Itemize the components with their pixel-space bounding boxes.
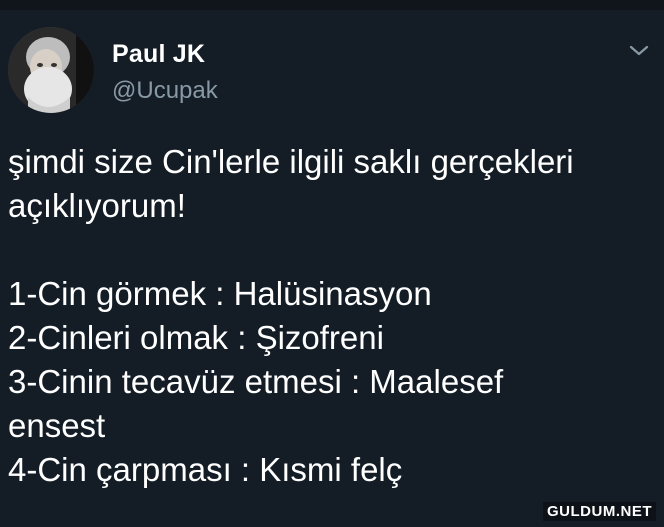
tweet-line: ensest bbox=[8, 407, 106, 444]
tweet-text: şimdi size Cin'lerle ilgili saklı gerçek… bbox=[8, 140, 658, 492]
tweet-line: 1-Cin görmek : Halüsinasyon bbox=[8, 275, 432, 312]
tweet-line: 3-Cinin tecavüz etmesi : Maalesef bbox=[8, 363, 504, 400]
avatar[interactable] bbox=[8, 27, 94, 113]
user-handle[interactable]: @Ucupak bbox=[112, 77, 218, 105]
watermark: GULDUM.NET bbox=[543, 502, 656, 521]
tweet-line: şimdi size Cin'lerle ilgili saklı gerçek… bbox=[8, 143, 574, 180]
display-name[interactable]: Paul JK bbox=[112, 40, 205, 69]
chevron-down-icon[interactable] bbox=[628, 42, 650, 60]
tweet-line: açıklıyorum! bbox=[8, 187, 186, 224]
avatar-image bbox=[8, 27, 94, 113]
top-strip bbox=[0, 0, 664, 10]
tweet-line: 4-Cin çarpması : Kısmi felç bbox=[8, 451, 403, 488]
tweet-line: 2-Cinleri olmak : Şizofreni bbox=[8, 319, 384, 356]
